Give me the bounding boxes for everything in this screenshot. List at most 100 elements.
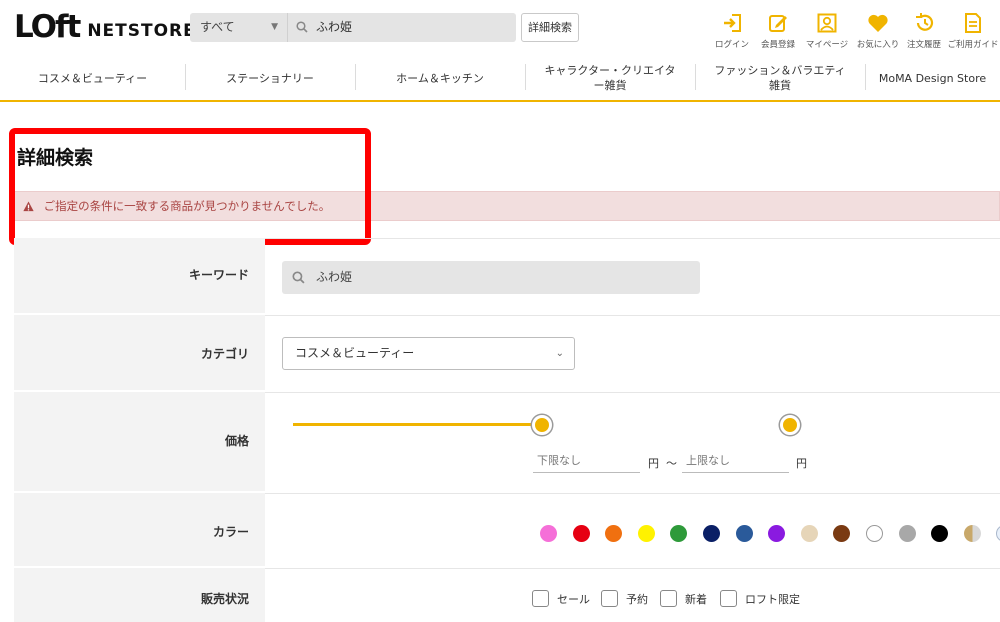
- color-swatch[interactable]: [898, 525, 916, 542]
- status-limited-checkbox[interactable]: ロフト限定: [720, 590, 800, 607]
- keyword-label: キーワード: [14, 238, 265, 313]
- color-swatch[interactable]: [605, 525, 623, 542]
- color-swatch[interactable]: [800, 525, 818, 542]
- mypage-icon: [816, 12, 838, 34]
- search-query: ふわ姫: [316, 20, 353, 34]
- site-header: LOft NETSTORE すべて ▼ ふわ姫 詳細検索 ログイン 会員登録 マ…: [0, 0, 1000, 58]
- keyword-value: ふわ姫: [316, 270, 353, 284]
- color-swatch[interactable]: [833, 525, 851, 542]
- history-label: 注文履歴: [906, 40, 941, 50]
- status-preorder-checkbox[interactable]: 予約: [601, 590, 648, 607]
- login-label: ログイン: [714, 40, 749, 50]
- highlight-box: [9, 128, 371, 245]
- color-swatch[interactable]: [963, 525, 981, 542]
- category-stationery[interactable]: ステーショナリー: [185, 58, 355, 98]
- category-label: カテゴリ: [14, 315, 265, 390]
- checkbox-box: [720, 590, 737, 607]
- color-swatch[interactable]: [637, 525, 655, 542]
- color-swatch[interactable]: [996, 525, 1000, 542]
- status-new-checkbox[interactable]: 新着: [660, 590, 707, 607]
- favorites-link[interactable]: お気に入り: [852, 12, 904, 50]
- color-swatch[interactable]: [866, 525, 883, 542]
- guide-label: ご利用ガイド: [947, 40, 999, 50]
- search-bar: すべて ▼ ふわ姫: [190, 13, 516, 42]
- category-field: コスメ＆ビューティー ⌄: [265, 315, 1000, 390]
- category-label-text: カテゴリ: [200, 347, 249, 361]
- price-label-text: 価格: [224, 434, 249, 448]
- advanced-search-button[interactable]: 詳細検索: [521, 13, 579, 42]
- login-icon: [721, 12, 743, 34]
- price-field: 下限なし 円 〜 上限なし 円: [265, 392, 1000, 491]
- color-swatch[interactable]: [540, 525, 557, 542]
- checkbox-box: [660, 590, 677, 607]
- register-link[interactable]: 会員登録: [752, 12, 804, 50]
- price-row: 価格 下限なし 円 〜 上限なし 円: [14, 392, 1000, 493]
- mypage-link[interactable]: マイページ: [801, 12, 853, 50]
- status-sale-label: セール: [557, 592, 590, 606]
- price-slider-max-handle[interactable]: [780, 415, 800, 435]
- color-swatch[interactable]: [735, 525, 753, 542]
- loft-logo[interactable]: LOft NETSTORE: [14, 9, 196, 45]
- logo-text: NETSTORE: [87, 21, 196, 41]
- guide-link[interactable]: ご利用ガイド: [947, 12, 999, 50]
- price-slider-min-handle[interactable]: [532, 415, 552, 435]
- advanced-search-form: キーワード ふわ姫 カテゴリ コスメ＆ビューティー ⌄ 価格 下限なし 円 〜 …: [14, 238, 1000, 622]
- order-history-link[interactable]: 注文履歴: [898, 12, 950, 50]
- price-min-unit: 円: [648, 457, 659, 470]
- search-category-select[interactable]: すべて ▼: [190, 13, 288, 42]
- keyword-input[interactable]: ふわ姫: [282, 261, 700, 294]
- price-max-unit: 円: [796, 457, 807, 470]
- status-row: 販売状況 セール 予約 新着 ロフト限定: [14, 568, 1000, 622]
- checkbox-box: [601, 590, 618, 607]
- status-preorder-label: 予約: [626, 592, 648, 606]
- category-fashion[interactable]: ファッション＆バラエティ雑貨: [695, 58, 865, 98]
- guide-icon: [962, 12, 984, 34]
- search-icon: [292, 271, 305, 284]
- category-home-kitchen[interactable]: ホーム＆キッチン: [355, 58, 525, 98]
- search-category-value: すべて: [200, 20, 235, 34]
- heart-icon: [867, 12, 889, 34]
- category-cosme[interactable]: コスメ＆ビューティー: [0, 58, 185, 98]
- color-label: カラー: [14, 493, 265, 566]
- chevron-down-icon: ▼: [271, 22, 278, 32]
- mypage-label: マイページ: [805, 40, 849, 50]
- category-select[interactable]: コスメ＆ビューティー ⌄: [282, 337, 575, 370]
- category-row: カテゴリ コスメ＆ビューティー ⌄: [14, 315, 1000, 392]
- price-label: 価格: [14, 392, 265, 491]
- status-field: セール 予約 新着 ロフト限定: [265, 568, 1000, 622]
- category-select-value: コスメ＆ビューティー: [295, 346, 415, 360]
- register-label: 会員登録: [760, 40, 795, 50]
- price-min-input[interactable]: 下限なし: [533, 451, 640, 473]
- price-slider-track[interactable]: [293, 423, 543, 426]
- history-icon: [913, 12, 935, 34]
- chevron-down-icon: ⌄: [555, 348, 564, 359]
- search-input[interactable]: ふわ姫: [288, 13, 516, 42]
- status-label-text: 販売状況: [200, 592, 249, 606]
- checkbox-box: [532, 590, 549, 607]
- keyword-row: キーワード ふわ姫: [14, 238, 1000, 315]
- keyword-label-text: キーワード: [188, 268, 249, 282]
- color-swatch[interactable]: [931, 525, 949, 542]
- status-label: 販売状況: [14, 568, 265, 622]
- category-moma[interactable]: MoMA Design Store: [865, 58, 1000, 98]
- color-swatch[interactable]: [703, 525, 720, 542]
- category-character[interactable]: キャラクター・クリエイター雑貨: [525, 58, 695, 98]
- login-link[interactable]: ログイン: [706, 12, 758, 50]
- color-field: [265, 493, 1000, 566]
- price-separator: 〜: [666, 457, 677, 470]
- color-row: カラー: [14, 493, 1000, 568]
- favorites-label: お気に入り: [856, 40, 900, 50]
- status-sale-checkbox[interactable]: セール: [532, 590, 590, 607]
- color-swatch[interactable]: [572, 525, 590, 542]
- category-nav: コスメ＆ビューティー ステーショナリー ホーム＆キッチン キャラクター・クリエイ…: [0, 58, 1000, 102]
- color-swatch[interactable]: [768, 525, 786, 542]
- status-limited-label: ロフト限定: [745, 592, 800, 606]
- color-label-text: カラー: [212, 525, 249, 539]
- logo-mark: LOft: [14, 9, 81, 45]
- price-max-input[interactable]: 上限なし: [682, 451, 789, 473]
- status-new-label: 新着: [685, 592, 707, 606]
- color-swatch[interactable]: [670, 525, 688, 542]
- register-icon: [767, 12, 789, 34]
- search-icon: [296, 21, 308, 33]
- keyword-field: ふわ姫: [265, 238, 1000, 313]
